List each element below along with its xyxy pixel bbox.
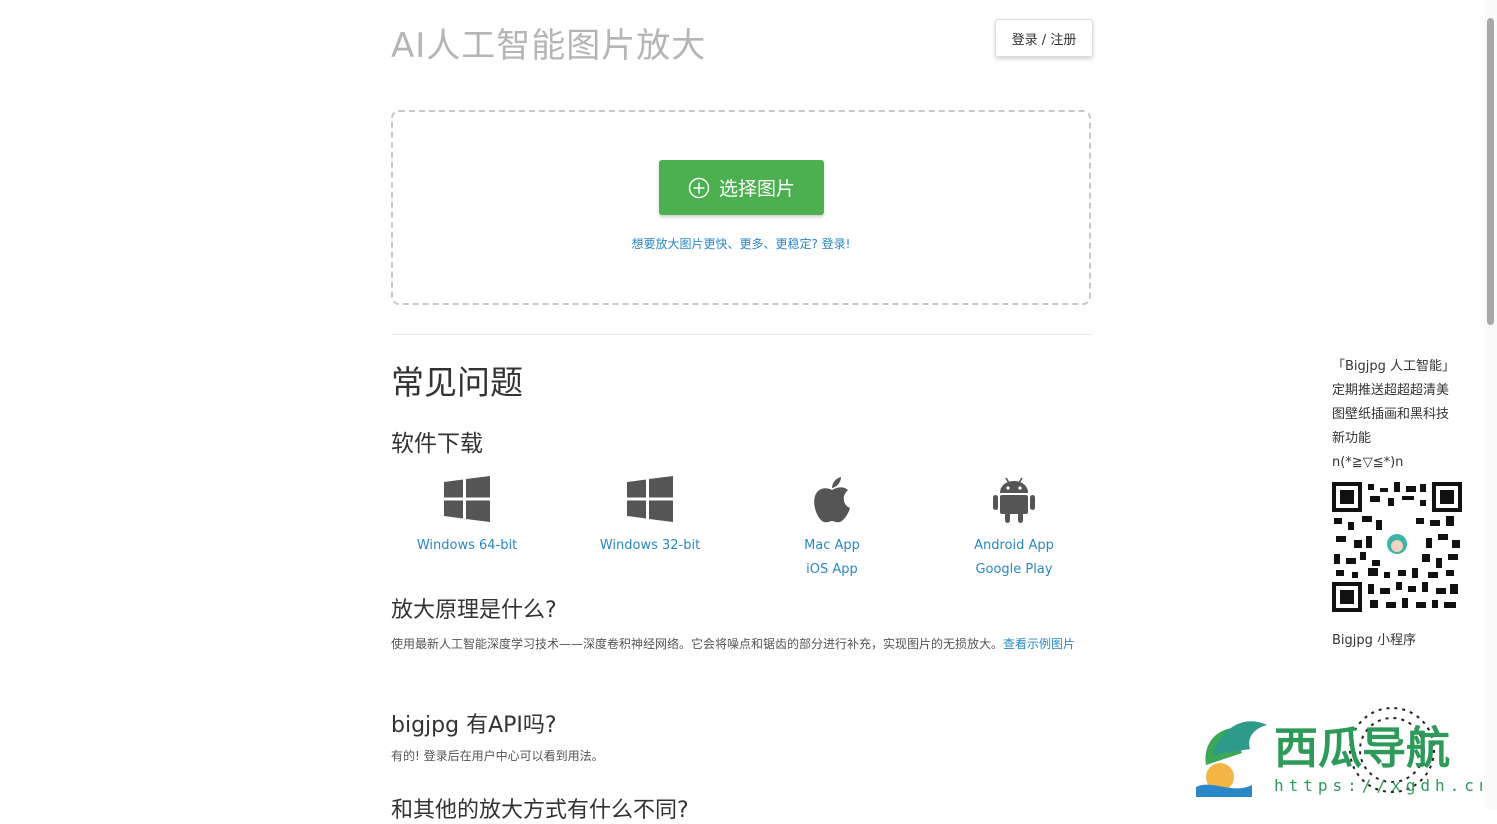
- promo-line: 图壁纸插画和黑科技: [1332, 407, 1450, 422]
- divider: [391, 334, 1091, 335]
- download-heading: 软件下载: [391, 431, 483, 457]
- google-play-link[interactable]: Google Play: [934, 558, 1094, 582]
- apple-icon: [814, 477, 850, 523]
- watermark-url: https://xgdh.cn: [1274, 776, 1482, 795]
- promo-line: n(*≧▽≦*)n: [1332, 455, 1404, 470]
- faq-title: 常见问题: [391, 363, 523, 402]
- windows-icon: [444, 476, 490, 522]
- windows-64-link[interactable]: Windows 64-bit: [387, 534, 547, 558]
- site-title: AI人工智能图片放大: [391, 26, 707, 66]
- scrollbar[interactable]: [1484, 0, 1497, 809]
- api-text: 有的! 登录后在用户中心可以看到用法。: [391, 749, 604, 763]
- download-win64: Windows 64-bit: [387, 476, 547, 558]
- mac-app-link[interactable]: Mac App: [752, 534, 912, 558]
- ios-app-link[interactable]: iOS App: [752, 558, 912, 582]
- promo-line: 定期推送超超超清美: [1332, 383, 1450, 398]
- android-icon: [993, 477, 1035, 523]
- windows-32-link[interactable]: Windows 32-bit: [570, 534, 730, 558]
- windows-icon: [627, 476, 673, 522]
- principle-body: 使用最新人工智能深度学习技术——深度卷积神经网络。它会将噪点和锯齿的部分进行补充…: [391, 637, 1004, 651]
- promo-line: 「Bigjpg 人工智能」: [1332, 359, 1456, 374]
- login-hint-link[interactable]: 想要放大图片更快、更多、更稳定? 登录!: [393, 235, 1089, 252]
- download-apple: Mac App iOS App: [752, 476, 912, 582]
- qr-code-icon: [1332, 482, 1462, 612]
- scrollbar-thumb[interactable]: [1487, 18, 1494, 325]
- sidebar-promo: 「Bigjpg 人工智能」 定期推送超超超清美 图壁纸插画和黑科技 新功能 n(…: [1332, 355, 1472, 653]
- choose-image-label: 选择图片: [718, 178, 795, 200]
- example-images-link[interactable]: 查看示例图片: [1003, 637, 1075, 651]
- api-heading: bigjpg 有API吗?: [391, 713, 557, 738]
- watermark-logo: 西瓜导航 https://xgdh.cn: [1196, 707, 1482, 797]
- choose-image-button[interactable]: 选择图片: [659, 160, 824, 215]
- upload-dropzone[interactable]: 选择图片 想要放大图片更快、更多、更稳定? 登录!: [391, 110, 1091, 305]
- download-win32: Windows 32-bit: [570, 476, 730, 558]
- download-android: Android App Google Play: [934, 476, 1094, 582]
- android-app-link[interactable]: Android App: [934, 534, 1094, 558]
- principle-text: 使用最新人工智能深度学习技术——深度卷积神经网络。它会将噪点和锯齿的部分进行补充…: [391, 632, 1091, 656]
- miniprogram-label: Bigjpg 小程序: [1332, 633, 1417, 648]
- promo-line: 新功能: [1332, 431, 1372, 446]
- compare-heading: 和其他的放大方式有什么不同?: [391, 798, 689, 823]
- plus-circle-icon: [688, 177, 710, 198]
- watermark-title: 西瓜导航: [1274, 723, 1450, 774]
- principle-heading: 放大原理是什么?: [391, 598, 557, 623]
- login-register-button[interactable]: 登录 / 注册: [995, 19, 1093, 57]
